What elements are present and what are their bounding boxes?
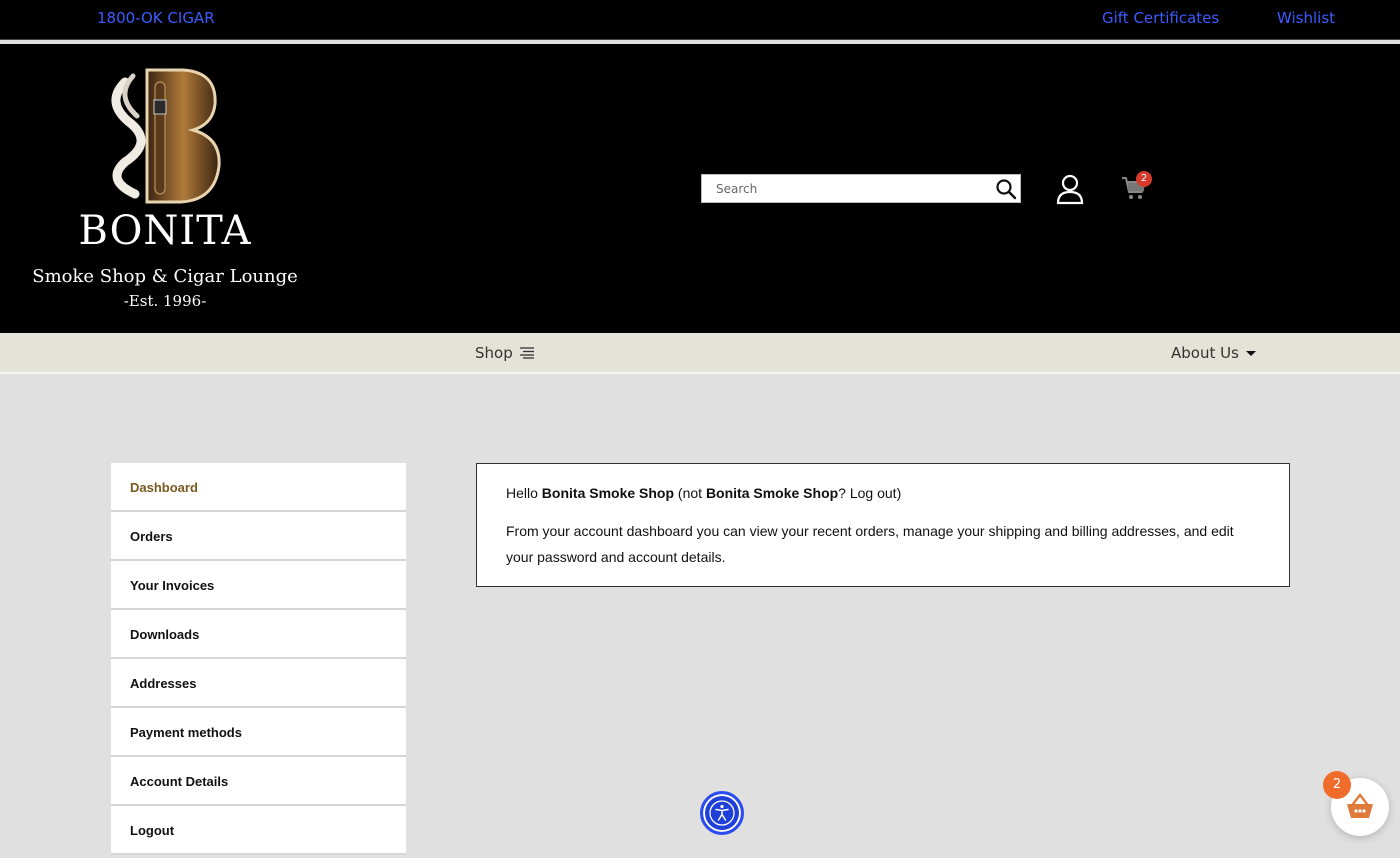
phone-link[interactable]: 1800-OK CIGAR: [97, 9, 215, 27]
nav-about-us[interactable]: About Us: [1171, 344, 1257, 362]
nav-shop[interactable]: Shop: [475, 344, 535, 362]
sidebar-item-orders[interactable]: Orders: [111, 512, 406, 561]
greeting: Hello Bonita Smoke Shop (not Bonita Smok…: [506, 484, 1260, 502]
logo-established: -Est. 1996-: [123, 292, 207, 310]
account-icon[interactable]: [1055, 173, 1085, 205]
site-header: BONITA Smoke Shop & Cigar Lounge -Est. 1…: [0, 44, 1400, 333]
gift-certificates-link[interactable]: Gift Certificates: [1102, 9, 1219, 27]
search-icon[interactable]: [995, 178, 1017, 200]
sidebar-item-addresses[interactable]: Addresses: [111, 659, 406, 708]
greeting-prefix: Hello: [506, 485, 542, 501]
bonita-emblem-icon: [111, 68, 221, 204]
user-name: Bonita Smoke Shop: [541, 485, 675, 501]
menu-lines-icon: [519, 347, 534, 359]
cart-count-badge: 2: [1136, 171, 1152, 187]
logo-name: BONITA: [78, 208, 252, 254]
not-prefix: (not: [674, 485, 706, 501]
not-user-name: Bonita Smoke Shop: [705, 485, 839, 501]
dashboard-description: From your account dashboard you can view…: [506, 523, 1234, 565]
accessibility-button[interactable]: [700, 791, 744, 835]
search-box: [701, 174, 1021, 203]
sidebar-item-dashboard[interactable]: Dashboard: [111, 463, 406, 512]
wishlist-link[interactable]: Wishlist: [1277, 9, 1335, 27]
dashboard-content: Hello Bonita Smoke Shop (not Bonita Smok…: [476, 463, 1290, 587]
sidebar-item-payment-methods[interactable]: Payment methods: [111, 708, 406, 757]
top-bar: 1800-OK CIGAR Gift Certificates Wishlist: [0, 0, 1400, 40]
nav-shop-label: Shop: [475, 344, 513, 362]
sidebar-item-account-details[interactable]: Account Details: [111, 757, 406, 806]
close-paren: ): [896, 485, 902, 501]
caret-down-icon: [1245, 351, 1256, 356]
sidebar-item-invoices[interactable]: Your Invoices: [111, 561, 406, 610]
site-logo[interactable]: BONITA Smoke Shop & Cigar Lounge -Est. 1…: [30, 62, 300, 310]
sidebar-item-downloads[interactable]: Downloads: [111, 610, 406, 659]
search-input[interactable]: [702, 175, 992, 202]
logo-subtitle: Smoke Shop & Cigar Lounge: [32, 266, 298, 287]
basket-count-badge: 2: [1323, 771, 1351, 799]
sidebar-item-logout[interactable]: Logout: [111, 806, 406, 855]
nav-about-label: About Us: [1171, 344, 1239, 362]
account-sidebar: Dashboard Orders Your Invoices Downloads…: [111, 463, 406, 855]
logout-link[interactable]: ? Log out: [838, 485, 896, 501]
accessibility-icon: [709, 800, 735, 826]
main-nav: Shop About Us: [0, 333, 1400, 374]
